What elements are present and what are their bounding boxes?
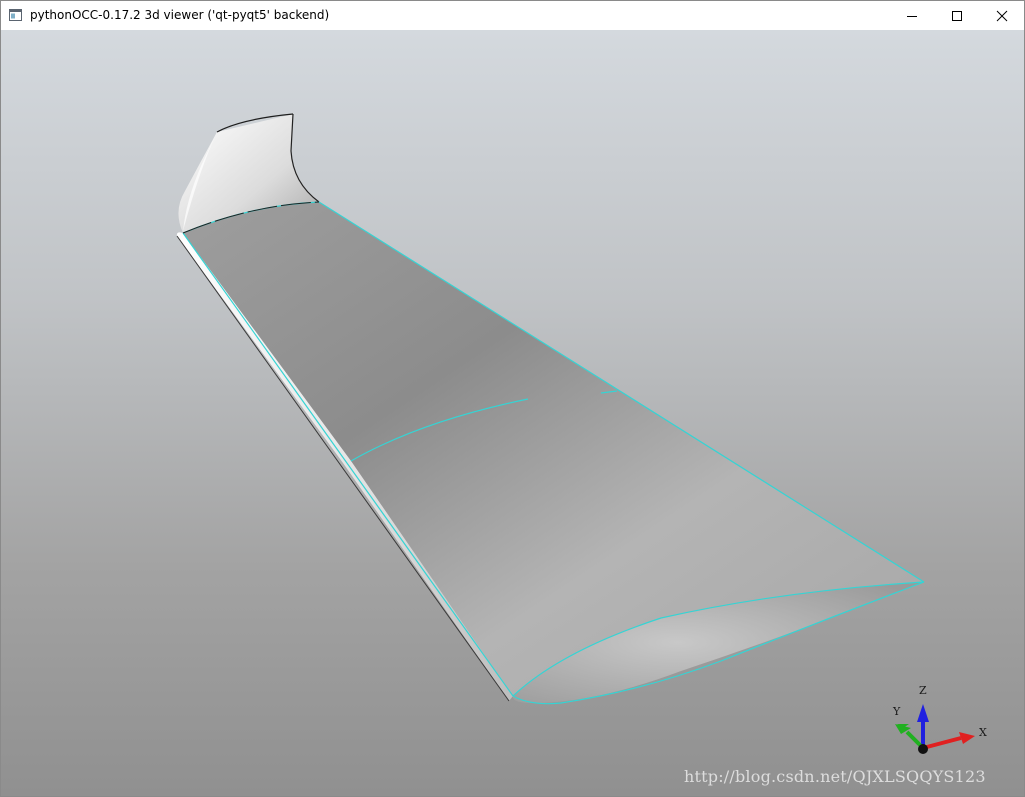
window-title: pythonOCC-0.17.2 3d viewer ('qt-pyqt5' b… — [30, 8, 330, 22]
y-axis-label: Y — [892, 705, 901, 718]
minimize-button[interactable] — [889, 1, 935, 30]
application-window: pythonOCC-0.17.2 3d viewer ('qt-pyqt5' b… — [0, 0, 1025, 797]
maximize-button[interactable] — [934, 1, 980, 30]
z-axis-label: Z — [919, 684, 927, 697]
x-axis-label: X — [979, 726, 987, 739]
close-icon — [996, 10, 1008, 21]
x-axis — [922, 736, 962, 750]
close-button[interactable] — [979, 1, 1025, 30]
origin-point — [918, 744, 928, 754]
watermark: http://blog.csdn.net/QJXLSQQYS123 — [684, 767, 986, 786]
maximize-icon — [952, 10, 962, 21]
axis-triedron: Z X Y — [892, 684, 987, 754]
3d-viewport[interactable]: Z X Y http://blog.csdn.net/QJXLSQQYS123 — [1, 30, 1024, 796]
title-bar[interactable]: pythonOCC-0.17.2 3d viewer ('qt-pyqt5' b… — [1, 1, 1024, 30]
wing-model[interactable] — [1, 30, 1024, 796]
app-icon — [9, 9, 22, 21]
minimize-icon — [907, 15, 917, 17]
